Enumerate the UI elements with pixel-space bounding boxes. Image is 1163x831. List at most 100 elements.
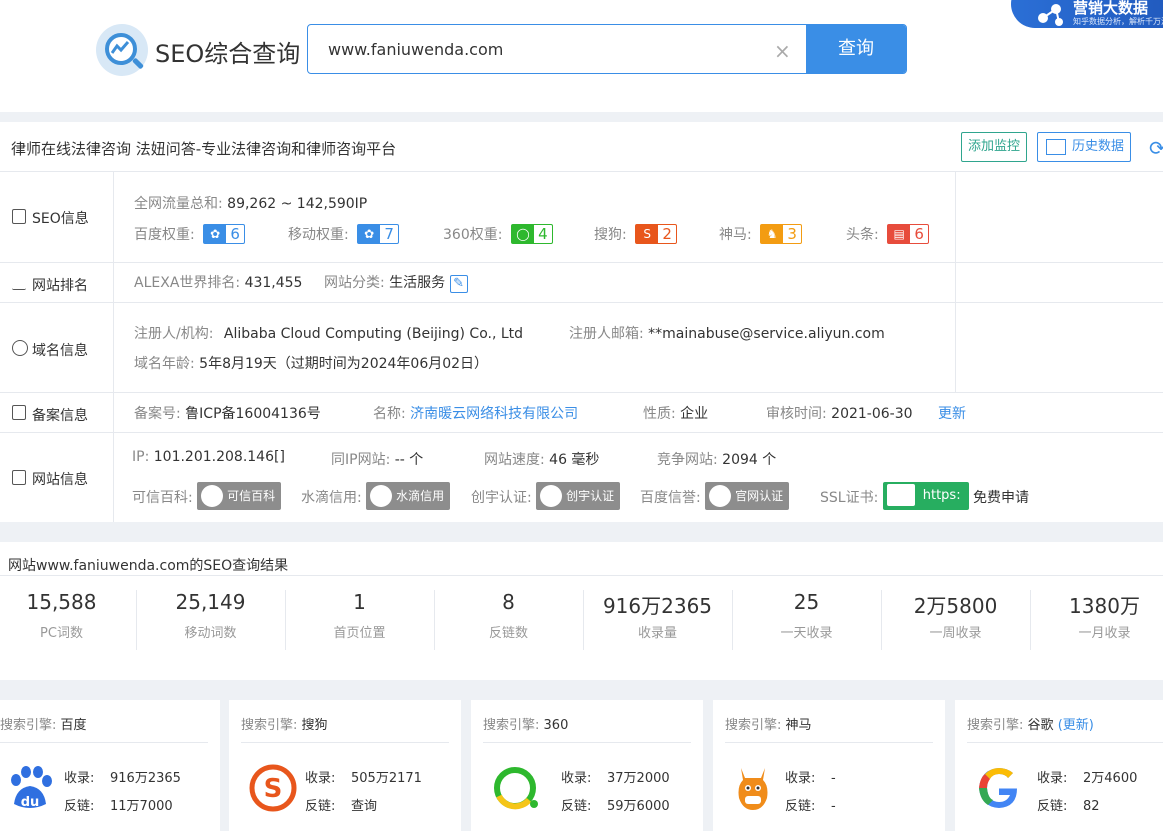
weight-label: 神马: [719,227,752,243]
ip-value[interactable]: 101.201.208.146[] [154,449,285,465]
seo-logo-icon[interactable] [96,24,148,76]
index-label: 收录: [305,771,336,786]
seo-info-row: SEO信息 全网流量总和: 89,262 ~ 142,590IP 百度权重: ✿… [0,172,1163,263]
weight-badge[interactable]: ✿ 6 [203,224,246,244]
weight-mobile[interactable]: 移动权重: ✿ 7 [288,224,400,245]
link-value[interactable]: - [831,799,836,814]
index-label: 收录: [785,771,816,786]
stat-mobile-words[interactable]: 25,149 移动词数 [136,590,285,648]
weight-badge[interactable]: ▤ 6 [887,224,930,244]
stat-indexed[interactable]: 916万2365 收录量 [583,590,732,648]
engine-index-line: 收录: 37万2000 [561,767,670,786]
icp-update-link[interactable]: 更新 [938,403,966,423]
ip-line: IP: 101.201.208.146[] [132,449,285,465]
stat-caption: PC词数 [40,626,83,641]
domain-label: 域名信息 [32,343,88,359]
index-value[interactable]: - [831,771,836,786]
weight-badge[interactable]: ◯ 4 [510,224,553,244]
divider [725,742,933,743]
icp-type-label: 性质: [643,406,676,422]
weight-label: 移动权重: [288,227,349,243]
icp-row: 备案信息 备案号: 鲁ICP备16004136号 名称: 济南暖云网络科技有限公… [0,393,1163,433]
toutiao-icon: ▤ [888,225,911,243]
stat-pc-words[interactable]: 15,588 PC词数 [0,590,136,648]
marketing-data-banner[interactable]: 营销大数据 知乎数据分析，解析千万流 [1011,0,1163,28]
compete-line: 竞争网站: 2094 个 [657,449,776,469]
engine-card-sogou: 搜索引擎: 搜狗 S 收录: 505万2171 反链: 查询 [229,700,461,831]
index-value[interactable]: 916万2365 [110,771,181,786]
baidu-paw-icon: ✿ [358,225,381,243]
refresh-icon[interactable]: ⟳ [1149,136,1163,160]
site-title: 律师在线法律咨询 法妞问答-专业法律咨询和律师咨询平台 [11,140,397,158]
history-data-button[interactable]: 历史数据 [1037,132,1132,162]
stat-month-indexed[interactable]: 1380万 一月收录 [1030,590,1163,648]
link-label: 反链: [561,799,592,814]
baidu-paw-icon: ✿ [204,225,227,243]
weight-shenma[interactable]: 神马: ♞ 3 [719,224,803,245]
ssl-apply-link[interactable]: 免费申请 [973,490,1029,506]
ssl-badge[interactable]: https: [882,482,969,510]
shenma-horse-icon [738,768,768,810]
domain-search-input[interactable] [308,25,806,73]
engine-prefix: 搜索引擎: [725,718,782,733]
index-value[interactable]: 37万2000 [607,771,670,786]
baidu-credit-badge[interactable]: 官网认证 [705,482,790,510]
weight-label: 搜狗: [594,227,627,243]
google-update-link[interactable]: (更新) [1058,718,1094,733]
chuangyu-badge-label: 创宇认证 [566,489,615,503]
engine-index-line: 收录: 2万4600 [1037,767,1137,786]
compete-value[interactable]: 2094 个 [722,452,776,468]
stat-backlinks[interactable]: 8 反链数 [434,590,583,648]
kexin-badge-label: 可信百科 [227,489,276,503]
kexin-badge[interactable]: 可信百科 [197,482,282,510]
age-value: 5年8月19天（过期时间为2024年06月02日） [199,356,489,372]
chuangyu-line: 创宇认证: 创宇认证 [471,482,621,512]
svg-text:S: S [264,774,283,804]
link-value[interactable]: 82 [1083,799,1100,814]
query-button[interactable]: 查询 [806,25,906,73]
rank-label: 网站排名 [32,278,88,294]
shuidi-line: 水滴信用: 水滴信用 [301,482,451,512]
stat-value: 15,588 [26,590,97,614]
weight-sogou[interactable]: 搜狗: S2 [594,224,678,245]
weight-badge[interactable]: ♞ 3 [760,224,803,244]
add-monitor-button[interactable]: 添加监控 [961,132,1028,162]
stat-caption: 一周收录 [929,626,982,641]
divider [967,742,1163,743]
stat-value: 916万2365 [602,594,713,618]
weight-baidu[interactable]: 百度权重: ✿ 6 [134,224,246,245]
stat-home-position[interactable]: 1 首页位置 [285,590,434,648]
edit-icon[interactable]: ✎ [449,275,468,293]
ssl-shield-icon [886,483,915,506]
rank-row: 网站排名 ALEXA世界排名: 431,455 网站分类: 生活服务 ✎ [0,263,1163,303]
clear-icon[interactable]: × [774,39,791,63]
link-value[interactable]: 59万6000 [607,799,670,814]
weight-value: 6 [914,225,924,243]
weight-360[interactable]: 360权重: ◯ 4 [443,224,553,245]
stat-week-indexed[interactable]: 2万5800 一周收录 [881,590,1030,648]
weight-badge[interactable]: S2 [635,224,678,244]
stat-caption: 移动词数 [184,626,237,641]
baidu-credit-badge-label: 官网认证 [735,489,784,503]
weight-toutiao[interactable]: 头条: ▤ 6 [846,224,930,245]
stat-day-indexed[interactable]: 25 一天收录 [732,590,881,648]
divider [241,742,449,743]
engine-name: 谷歌 [1027,718,1054,733]
index-value[interactable]: 505万2171 [351,771,422,786]
engine-prefix: 搜索引擎: [0,718,57,733]
stat-value: 1 [353,590,366,614]
alexa-label: ALEXA世界排名: [134,275,241,291]
icp-company-link[interactable]: 济南暖云网络科技有限公司 [410,406,578,422]
link-value[interactable]: 查询 [351,799,377,814]
icp-number-label: 备案号: [134,406,181,422]
same-ip-value[interactable]: -- 个 [395,452,424,468]
index-value[interactable]: 2万4600 [1083,771,1137,786]
brand-title[interactable]: SEO综合查询 [155,34,300,69]
link-value[interactable]: 11万7000 [110,799,173,814]
weight-badge[interactable]: ✿ 7 [357,224,400,244]
history-data-label: 历史数据 [1072,139,1125,154]
weight-label: 360权重: [443,227,503,243]
icp-number-value: 鲁ICP备16004136号 [185,406,321,422]
chuangyu-badge[interactable]: 创宇认证 [536,482,621,510]
shuidi-badge[interactable]: 水滴信用 [366,482,451,510]
